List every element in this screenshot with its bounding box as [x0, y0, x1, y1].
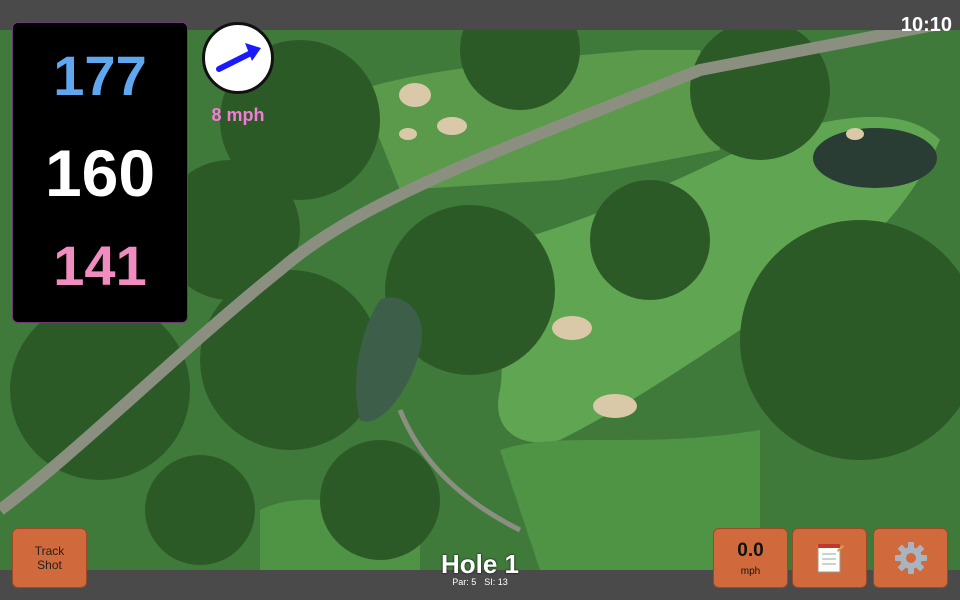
- track-shot-label-line1: Track: [34, 544, 65, 558]
- wind-indicator: [202, 22, 274, 94]
- hole-par: Par: 5: [452, 577, 477, 587]
- track-shot-label-line2: Shot: [37, 558, 62, 572]
- notes-button[interactable]: [792, 528, 867, 588]
- settings-button[interactable]: [873, 528, 948, 588]
- speed-unit: mph: [740, 565, 761, 577]
- clock: 10:10: [900, 14, 952, 36]
- wind-speed: 8 mph: [211, 105, 265, 125]
- speed-button[interactable]: 0.0 mph: [713, 528, 788, 588]
- front-distance: 141: [53, 234, 147, 297]
- distance-panel: 177 160 141: [12, 22, 188, 323]
- hole-title: Hole 1: [440, 549, 520, 579]
- back-distance: 177: [53, 44, 147, 107]
- speed-value: 0.0: [737, 539, 764, 561]
- hole-info: Par: 5 SI: 13: [380, 577, 580, 587]
- track-shot-button[interactable]: Track Shot: [12, 528, 87, 588]
- gear-icon: [894, 542, 927, 574]
- notepad-icon: [817, 544, 844, 573]
- middle-distance: 160: [44, 136, 156, 210]
- hole-stroke-index: SI: 13: [484, 577, 508, 587]
- wind-arrow-icon: [216, 43, 261, 72]
